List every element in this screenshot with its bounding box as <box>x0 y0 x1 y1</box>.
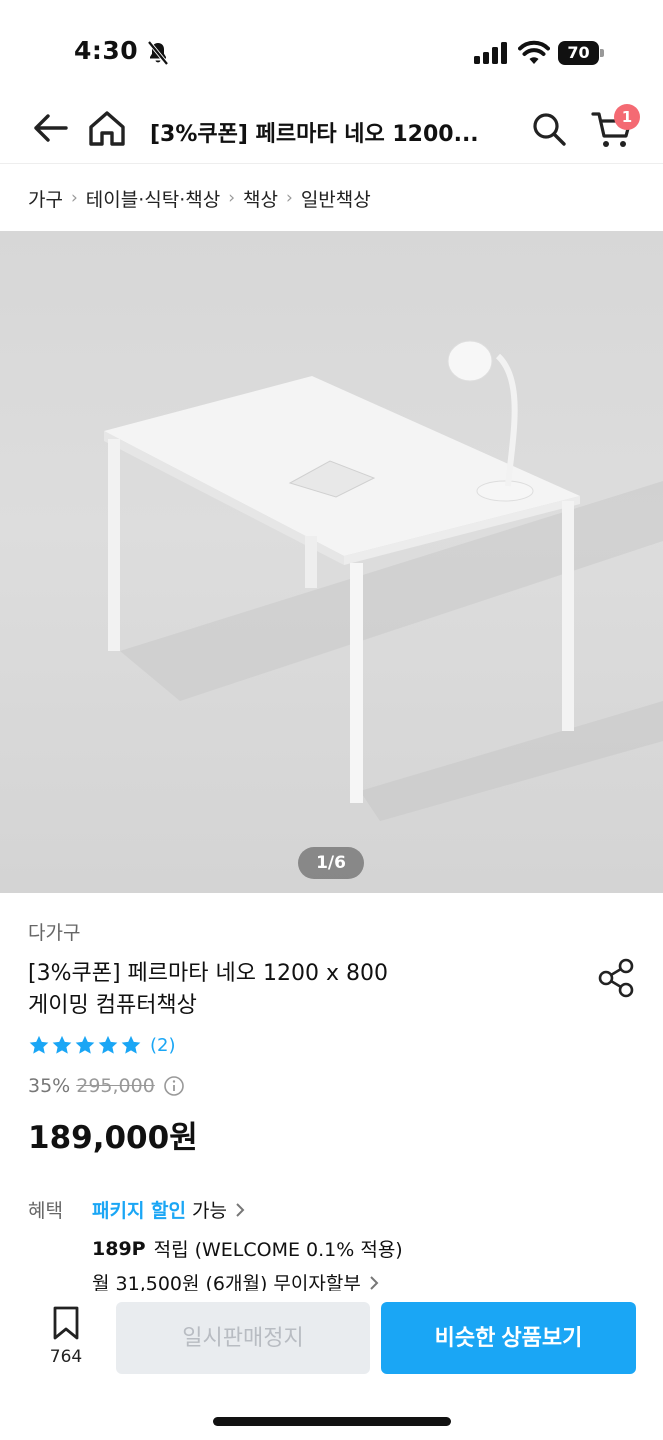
points-amount: 189P <box>92 1237 146 1260</box>
star-icon <box>29 1035 49 1054</box>
product-image[interactable]: 1/6 <box>0 231 663 893</box>
chevron-right-icon: › <box>70 188 78 208</box>
battery-level: 70 <box>558 41 599 65</box>
breadcrumb: 가구 › 테이블·식탁·책상 › 책상 › 일반책상 <box>28 183 371 213</box>
back-arrow-icon[interactable] <box>28 110 72 146</box>
star-icon <box>52 1035 72 1054</box>
package-discount-link[interactable]: 패키지 할인 <box>92 1196 186 1223</box>
page-title: [3%쿠폰] 페르마타 네오 1200... <box>150 122 479 147</box>
discount-rate: 35% <box>28 1075 71 1097</box>
points-row: 189P 적립 (WELCOME 0.1% 적용) <box>92 1235 403 1262</box>
chevron-right-icon <box>236 1202 245 1217</box>
star-icon <box>98 1035 118 1054</box>
breadcrumb-item[interactable]: 일반책상 <box>301 185 371 212</box>
status-time: 4:30 <box>74 36 139 65</box>
rating[interactable]: (2) <box>28 1034 176 1056</box>
chevron-right-icon: › <box>286 188 293 208</box>
similar-products-button[interactable]: 비슷한 상품보기 <box>381 1302 636 1374</box>
share-icon[interactable] <box>597 958 635 998</box>
bottom-action-bar: 764 일시판매정지 비슷한 상품보기 <box>0 1291 663 1440</box>
info-icon[interactable] <box>163 1075 185 1097</box>
cellular-signal-icon <box>474 42 507 64</box>
product-name-line: [3%쿠폰] 페르마타 네오 1200 x 800 <box>28 961 388 986</box>
star-icon <box>75 1035 95 1054</box>
bookmark-count: 764 <box>49 1347 83 1367</box>
image-counter: 1/6 <box>298 847 364 879</box>
battery-icon: 70 <box>558 41 604 65</box>
sale-suspended-button[interactable]: 일시판매정지 <box>116 1302 370 1374</box>
bookmark-button[interactable]: 764 <box>36 1305 96 1375</box>
breadcrumb-item[interactable]: 책상 <box>243 185 278 212</box>
desk-illustration <box>104 340 663 821</box>
review-count[interactable]: (2) <box>150 1035 176 1056</box>
breadcrumb-item[interactable]: 테이블·식탁·책상 <box>86 185 220 212</box>
wifi-icon <box>518 40 550 64</box>
price-row: 35% 295,000 <box>28 1075 185 1097</box>
rating-stars <box>28 1034 142 1056</box>
package-discount-suffix: 가능 <box>192 1200 227 1222</box>
package-discount-row[interactable]: 패키지 할인 가능 <box>92 1196 247 1223</box>
original-price: 295,000 <box>76 1075 155 1097</box>
bell-muted-icon <box>147 40 169 66</box>
chevron-right-icon <box>370 1275 379 1290</box>
star-icon <box>121 1035 141 1054</box>
breadcrumb-item[interactable]: 가구 <box>28 185 63 212</box>
points-text: 적립 (WELCOME 0.1% 적용) <box>153 1239 403 1261</box>
sale-price: 189,000원 <box>28 1120 198 1156</box>
home-indicator <box>213 1417 451 1426</box>
chevron-right-icon: › <box>228 188 236 208</box>
top-navigation: [3%쿠폰] 페르마타 네오 1200... <box>0 100 663 164</box>
product-name-line: 게이밍 컴퓨터책상 <box>28 993 197 1018</box>
status-bar: 4:30 70 <box>0 0 663 100</box>
product-name: [3%쿠폰] 페르마타 네오 1200 x 800 게이밍 컴퓨터책상 <box>28 958 548 1022</box>
search-icon[interactable] <box>530 110 568 148</box>
brand-name[interactable]: 다가구 <box>28 918 80 945</box>
cart-count-badge: 1 <box>614 104 640 130</box>
home-icon[interactable] <box>86 108 128 148</box>
bookmark-icon <box>53 1306 79 1340</box>
benefit-label: 혜택 <box>28 1200 63 1222</box>
